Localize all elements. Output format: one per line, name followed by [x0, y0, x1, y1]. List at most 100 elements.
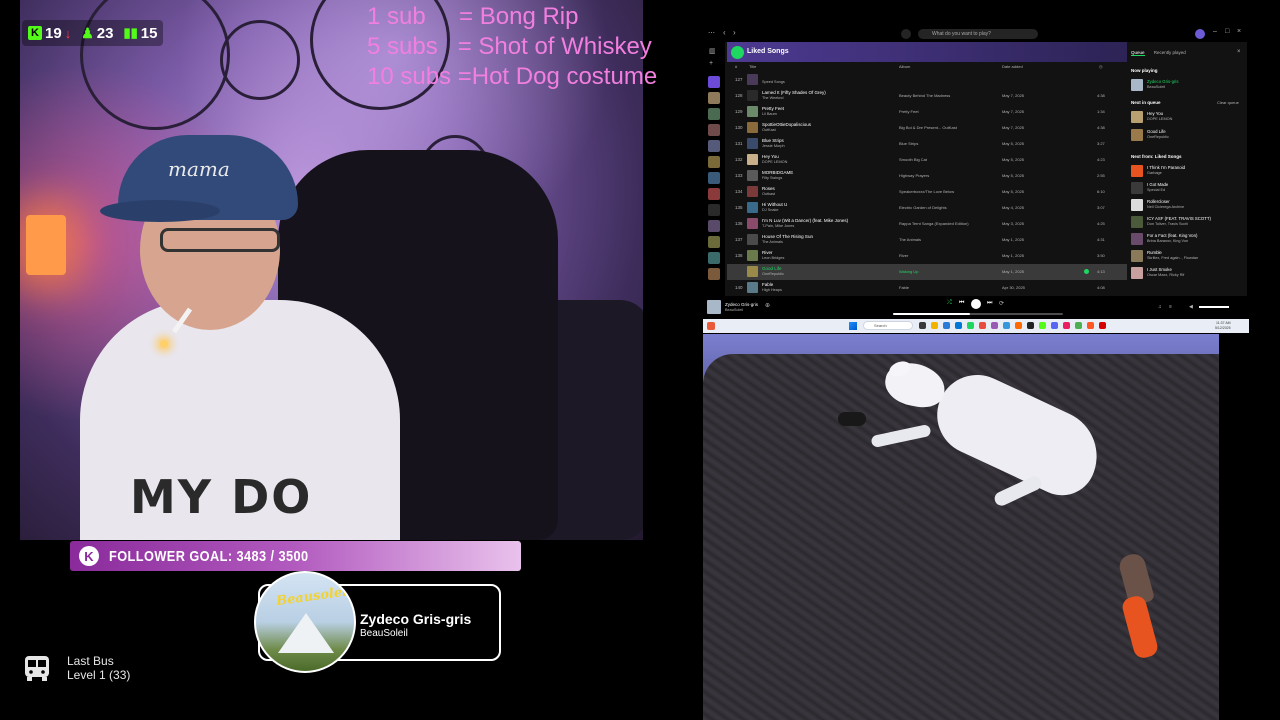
track-row[interactable]: 127 Speed Songs: [727, 72, 1127, 88]
repeat-icon[interactable]: ⟳: [999, 300, 1004, 307]
discord-icon[interactable]: [1051, 322, 1058, 329]
stat-viewers: K 19 ↓: [28, 25, 71, 42]
sidebar-playlist[interactable]: [708, 140, 720, 152]
track-row[interactable]: 130 SpottieOttieDopaliscious OutKast Big Bo…: [727, 120, 1127, 136]
queue-item[interactable]: Good Life OneRepublic: [1131, 128, 1245, 142]
sub-goal-reward: =Hot Dog costume: [451, 63, 658, 90]
spotify-icon[interactable]: [967, 322, 974, 329]
queue-item[interactable]: I Got Made Special Ed: [1131, 181, 1245, 195]
track-row[interactable]: 136 I'm N Luv (Wit a Dancer) (feat. Mike …: [727, 216, 1127, 232]
maximize-icon[interactable]: □: [1225, 28, 1229, 35]
queue-item[interactable]: ICY ASF (FEAT. TRAVIS SCOTT) Don Toliver,…: [1131, 215, 1245, 229]
app-icon[interactable]: [991, 322, 998, 329]
stat-followers: ♟ 23: [81, 25, 113, 42]
track-columns: # Title Album Date added ◷: [727, 64, 1127, 72]
app-icon[interactable]: [979, 322, 986, 329]
pause-button[interactable]: [971, 299, 981, 309]
forward-arrow-icon[interactable]: ›: [733, 28, 736, 37]
taskbar-clock[interactable]: 11:37 AM 5/12/2025: [1215, 321, 1231, 330]
track-row[interactable]: 133 MORBIDGAME Filty Swings Highway Prayers…: [727, 168, 1127, 184]
bus-icon: [25, 656, 49, 681]
check-icon[interactable]: [1084, 269, 1089, 274]
close-icon[interactable]: ×: [1237, 49, 1241, 55]
obs-icon[interactable]: [1027, 322, 1034, 329]
shuffle-icon[interactable]: ⤮: [947, 300, 952, 307]
queue-now-playing[interactable]: Zydeco Gris-gris BeauSoleil: [1131, 78, 1245, 92]
menu-dots-icon[interactable]: ⋯: [708, 29, 715, 37]
sidebar-playlist[interactable]: [708, 156, 720, 168]
home-icon[interactable]: [901, 29, 911, 39]
queue-icon[interactable]: ≡: [1169, 304, 1172, 310]
clear-queue-button[interactable]: Clear queue: [1217, 100, 1239, 105]
spotify-search-input[interactable]: What do you want to play?: [918, 29, 1038, 39]
tab-recently-played[interactable]: Recently played: [1154, 50, 1186, 55]
pin-icon[interactable]: [1099, 322, 1106, 329]
queue-tabs: Queue Recently played: [1131, 50, 1186, 56]
play-button[interactable]: [731, 46, 744, 59]
sidebar-playlist[interactable]: [708, 188, 720, 200]
sidebar-playlist[interactable]: [708, 92, 720, 104]
track-row[interactable]: 135 Hi Without U DJ Snake Electric Garden o…: [727, 200, 1127, 216]
track-row[interactable]: Good Life OneRepublic Waking Up May 1, 2025…: [727, 264, 1127, 280]
progress-bar[interactable]: [893, 313, 1063, 315]
track-row[interactable]: 128 Lamed It (Fifty Shades Of Grey) The We…: [727, 88, 1127, 104]
track-row[interactable]: 132 Hey You DOPE LEMON Smooth Big Cat May 5,…: [727, 152, 1127, 168]
track-row[interactable]: 134 Roses Outkast Speakerboxxx/The Love Bel…: [727, 184, 1127, 200]
task-view-icon[interactable]: [919, 322, 926, 329]
tab-queue[interactable]: Queue: [1131, 50, 1145, 56]
library-icon[interactable]: ▥: [709, 47, 716, 55]
next-icon[interactable]: ⏭: [987, 300, 992, 307]
track-album: Fable: [899, 285, 910, 290]
queue-item[interactable]: I Just Smoke Oscar Maxx, Ricky Rif: [1131, 266, 1245, 280]
app-icon[interactable]: [1087, 322, 1094, 329]
track-row[interactable]: 140 Fable High Heaps Fable Apr 30, 2025 4:08: [727, 280, 1127, 296]
kick-icon[interactable]: [1039, 322, 1046, 329]
avatar[interactable]: [1195, 29, 1205, 39]
stat-viewers-value: 19: [45, 24, 62, 42]
queue-item[interactable]: Rollercloser Neil Cicierega Archive: [1131, 198, 1245, 212]
person-icon: ♟: [81, 24, 94, 41]
sidebar-liked-songs[interactable]: [708, 76, 720, 88]
queue-item[interactable]: I Think I'm Paranoid Garbage: [1131, 164, 1245, 178]
sidebar-playlist[interactable]: [708, 124, 720, 136]
volume-icon[interactable]: ◀: [1189, 304, 1193, 310]
file-explorer-icon[interactable]: [931, 322, 938, 329]
queue-item[interactable]: For a Fact (feat. King Von) Brina Baranov…: [1131, 232, 1245, 246]
add-circle-icon[interactable]: ⊕: [765, 302, 770, 309]
store-icon[interactable]: [955, 322, 962, 329]
queue-item[interactable]: Hey You DOPE LEMON: [1131, 110, 1245, 124]
track-number: 135: [735, 205, 743, 210]
back-arrow-icon[interactable]: ‹: [723, 28, 726, 37]
sidebar-playlist[interactable]: [708, 252, 720, 264]
sidebar-playlist[interactable]: [708, 220, 720, 232]
app-icon[interactable]: [1075, 322, 1082, 329]
track-thumb: [747, 282, 758, 293]
close-icon[interactable]: ×: [1237, 28, 1241, 35]
windows-start-icon[interactable]: [849, 322, 857, 330]
widget-icon[interactable]: [707, 322, 715, 330]
add-icon[interactable]: +: [709, 60, 713, 67]
track-duration: 3:50: [1097, 253, 1105, 258]
app-icon[interactable]: [1015, 322, 1022, 329]
track-row[interactable]: 131 Blue Strips Jessie Murph Blue Strips May…: [727, 136, 1127, 152]
previous-icon[interactable]: ⏮: [959, 300, 964, 307]
sidebar-playlist[interactable]: [708, 236, 720, 248]
sidebar-playlist[interactable]: [708, 172, 720, 184]
sidebar-playlist[interactable]: [708, 108, 720, 120]
minimize-icon[interactable]: –: [1213, 28, 1217, 35]
lyrics-icon[interactable]: ♫: [1158, 304, 1162, 310]
track-row[interactable]: 138 River Leon Bridges River May 1, 2025 3:50: [727, 248, 1127, 264]
queue-title: I Got Made: [1147, 182, 1169, 187]
queue-thumb: [1131, 79, 1143, 91]
queue-item[interactable]: Rumble Skrillex, Fred again.., Flowdan: [1131, 249, 1245, 263]
track-row[interactable]: 129 Pretty Feet Lil Baum Pretty Feet May 7, …: [727, 104, 1127, 120]
volume-slider[interactable]: [1199, 306, 1229, 308]
clock-icon: ◷: [1099, 64, 1103, 69]
app-icon[interactable]: [1003, 322, 1010, 329]
folder-icon[interactable]: [708, 204, 720, 216]
sidebar-playlist[interactable]: [708, 268, 720, 280]
app-icon[interactable]: [1063, 322, 1070, 329]
taskbar-search[interactable]: Search: [863, 321, 913, 330]
track-row[interactable]: 137 House Of The Rising Sun The Animals The…: [727, 232, 1127, 248]
edge-icon[interactable]: [943, 322, 950, 329]
